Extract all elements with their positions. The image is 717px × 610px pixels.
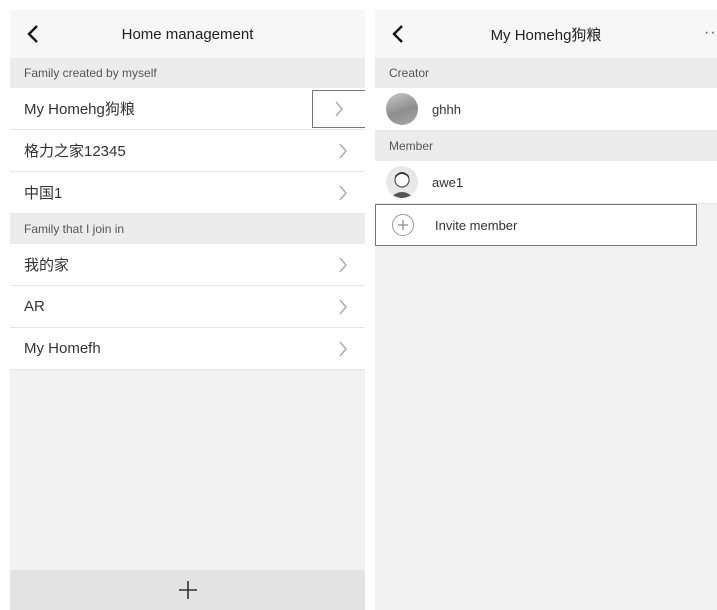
invite-member-button[interactable]: Invite member	[375, 204, 697, 246]
family-row-ar[interactable]: AR	[10, 286, 365, 328]
home-management-screen: Home management Family created by myself…	[10, 10, 365, 610]
back-button[interactable]	[383, 19, 413, 49]
family-row-gree-home[interactable]: 格力之家12345	[10, 130, 365, 172]
member-name: awe1	[432, 174, 464, 190]
chevron-right-icon	[331, 172, 355, 213]
creator-row[interactable]: ghhh	[375, 88, 717, 131]
header: My Homehg狗粮 ···	[375, 10, 717, 58]
section-label-created: Family created by myself	[10, 58, 365, 88]
person-icon	[390, 172, 414, 198]
section-label-creator: Creator	[375, 58, 717, 88]
family-name: 中国1	[24, 185, 63, 202]
creator-name: ghhh	[432, 101, 461, 117]
plus-circle-icon	[392, 214, 414, 236]
section-label-joined: Family that I join in	[10, 214, 365, 244]
chevron-right-icon[interactable]	[312, 90, 365, 128]
family-row-zhongguo1[interactable]: 中国1	[10, 172, 365, 214]
family-name: My Homefh	[24, 340, 101, 357]
family-name: AR	[24, 298, 45, 315]
plus-icon	[178, 581, 197, 599]
page-title: My Homehg狗粮	[490, 26, 602, 44]
home-detail-screen: My Homehg狗粮 ··· Creator ghhh Member awe1…	[375, 10, 717, 610]
section-label-member: Member	[375, 131, 717, 161]
more-options-icon[interactable]: ···	[704, 24, 717, 42]
chevron-right-icon	[331, 286, 355, 327]
avatar	[386, 93, 418, 125]
family-row-wodejia[interactable]: 我的家	[10, 244, 365, 286]
back-button[interactable]	[18, 19, 48, 49]
chevron-right-icon	[331, 130, 355, 171]
chevron-left-icon	[27, 25, 38, 43]
chevron-left-icon	[392, 25, 403, 43]
family-name: 我的家	[24, 257, 70, 274]
chevron-right-icon	[331, 244, 355, 285]
family-row-my-homefh[interactable]: My Homefh	[10, 328, 365, 370]
family-row-my-homehg[interactable]: My Homehg狗粮	[10, 88, 365, 130]
chevron-right-icon	[331, 328, 355, 369]
family-name: 格力之家12345	[24, 143, 126, 160]
add-family-button[interactable]	[10, 570, 365, 610]
page-title: Home management	[121, 25, 254, 43]
invite-member-label: Invite member	[435, 217, 518, 233]
header: Home management	[10, 10, 365, 58]
family-name: My Homehg狗粮	[24, 101, 135, 118]
member-row[interactable]: awe1	[375, 161, 717, 204]
avatar	[386, 166, 418, 198]
